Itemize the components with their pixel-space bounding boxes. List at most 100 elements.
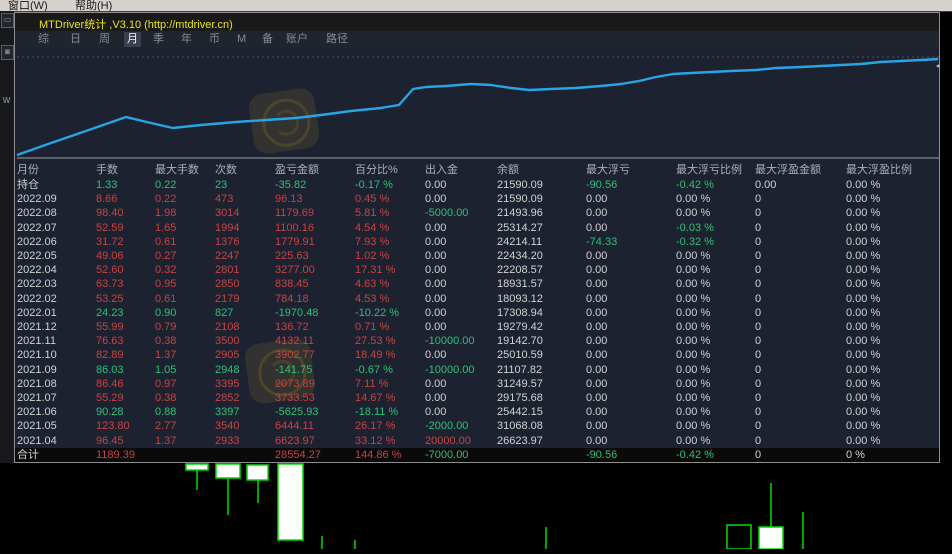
cell-7: -5000.00 xyxy=(425,207,469,220)
stamp-icon[interactable]: ◙ xyxy=(1,45,14,60)
menu-item-help[interactable]: 帮助(H) xyxy=(75,0,112,11)
cell-10: 0.00 % xyxy=(676,264,711,277)
cell-10: 0.00 % xyxy=(676,250,711,262)
cell-6: 33.12 % xyxy=(355,434,396,447)
toolbar-item-8[interactable]: M xyxy=(234,32,249,47)
col-header-6: 百分比% xyxy=(355,164,398,176)
cell-6: 14.67 % xyxy=(355,392,396,404)
cell-4: 23 xyxy=(215,179,228,191)
toolbar-item-1[interactable]: 综 xyxy=(35,32,52,47)
cell-11: 0 xyxy=(755,306,762,319)
table-row-2021.11[interactable]: 2021.11 76.63 0.38 3500 4132.11 27.53 % -10000… xyxy=(15,334,939,348)
cell-3: 0.32 xyxy=(155,264,177,277)
cell-5: 6623.97 xyxy=(275,434,315,447)
cell-4: 2933 xyxy=(215,434,240,447)
toolbar-item-5[interactable]: 季 xyxy=(150,32,167,47)
toolbar-item-6[interactable]: 年 xyxy=(178,32,195,47)
cell-3: 0.88 xyxy=(155,406,177,419)
table-row-2021.04[interactable]: 2021.04 96.45 1.37 2933 6623.97 33.12 % 20000.… xyxy=(15,434,939,448)
cell-11: 0 xyxy=(755,250,762,262)
cell-4: 3540 xyxy=(215,420,240,433)
cell-8: 19142.70 xyxy=(497,335,543,348)
toolbar-item-4[interactable]: 月 xyxy=(124,32,141,47)
cell-4: 1376 xyxy=(215,235,240,248)
table-row-2021.08[interactable]: 2021.08 86.46 0.97 3395 2073.89 7.11 % 0.00 312… xyxy=(15,377,939,391)
cell-11: 0 xyxy=(755,449,762,462)
cell-6: 7.11 % xyxy=(355,377,389,390)
table-row-2021.05[interactable]: 2021.05 123.80 2.77 3540 6444.11 26.17 % -2000… xyxy=(15,419,939,433)
cell-11: 0 xyxy=(755,235,762,248)
cell-7: 0.00 xyxy=(425,292,447,305)
table-row-2021.06[interactable]: 2021.06 90.28 0.88 3397 -5625.93 -18.11 % 0.00… xyxy=(15,405,939,419)
cell-1: 2021.06 xyxy=(17,406,57,419)
toolbar-item-7[interactable]: 币 xyxy=(206,32,223,47)
cell-8: 25442.15 xyxy=(497,406,543,419)
table-row-2021.12[interactable]: 2021.12 55.99 0.79 2108 136.72 0.71 % 0.00 1927… xyxy=(15,320,939,334)
cell-2: 52.60 xyxy=(96,264,124,277)
cell-12: 0.00 % xyxy=(846,179,881,191)
table-row-2022.05[interactable]: 2022.05 49.06 0.27 2247 225.63 1.02 % 0.00 2243… xyxy=(15,249,939,263)
table-row-2022.01[interactable]: 2022.01 24.23 0.90 827 -1970.48 -10.22 % 0.00 1… xyxy=(15,306,939,320)
cell-8: 21493.96 xyxy=(497,207,543,220)
cell-6: 144.86 % xyxy=(355,449,402,462)
cell-5: 96.13 xyxy=(275,193,303,206)
cell-12: 0.00 % xyxy=(846,363,881,376)
toolbar-item-9[interactable]: 备 xyxy=(259,32,276,47)
cell-8: 22208.57 xyxy=(497,264,543,277)
table-row-2022.04[interactable]: 2022.04 52.60 0.32 2801 3277.00 17.31 % 0.00 22… xyxy=(15,263,939,277)
cell-5: 784.18 xyxy=(275,292,309,305)
table-row-2022.02[interactable]: 2022.02 53.25 0.61 2179 784.18 4.53 % 0.00 1809… xyxy=(15,292,939,306)
cell-6: 27.53 % xyxy=(355,335,396,348)
cell-1: 2022.03 xyxy=(17,278,57,291)
cell-12: 0.00 % xyxy=(846,207,881,220)
cell-2: 86.03 xyxy=(96,363,124,376)
table-total-row[interactable]: 合计 1189.39 28554.27 144.86 % -7000.00 -90.56 -… xyxy=(15,448,939,462)
cell-4: 2852 xyxy=(215,392,240,404)
cell-3: 1.98 xyxy=(155,207,177,220)
cell-5: 838.45 xyxy=(275,278,309,291)
toolbar-item-10[interactable]: 账户 xyxy=(283,32,311,47)
cell-9: 0.00 xyxy=(586,193,608,206)
toolbar-item-2[interactable]: 日 xyxy=(67,32,84,47)
table-row-2022.06[interactable]: 2022.06 31.72 0.61 1376 1779.91 7.93 % 0.00 242… xyxy=(15,235,939,249)
host-toolbar-icon[interactable]: ▭ xyxy=(1,13,14,28)
table-row-2022.03[interactable]: 2022.03 63.73 0.95 2850 838.45 4.63 % 0.00 1893… xyxy=(15,277,939,291)
w-icon[interactable]: W xyxy=(1,95,12,108)
cell-4: 2801 xyxy=(215,264,240,277)
cell-8: 21107.82 xyxy=(497,363,543,376)
cell-12: 0.00 % xyxy=(846,377,881,390)
cell-3: 0.97 xyxy=(155,377,177,390)
cell-12: 0.00 % xyxy=(846,221,881,234)
cell-4: 3014 xyxy=(215,207,240,220)
cell-6: 7.93 % xyxy=(355,235,390,248)
cell-8: 17308.94 xyxy=(497,306,543,319)
cell-6: -10.22 % xyxy=(355,306,400,319)
table-row-2022.07[interactable]: 2022.07 52.59 1.65 1994 1100.16 4.54 % 0.00 253… xyxy=(15,221,939,235)
cell-7: 0.00 xyxy=(425,250,447,262)
equity-curve-chart[interactable]: 2021.04 2022.09 xyxy=(15,49,939,161)
table-row-2021.09[interactable]: 2021.09 86.03 1.05 2948 -141.75 -0.67 % -10000… xyxy=(15,363,939,377)
cell-1: 2022.02 xyxy=(17,292,57,305)
cell-7: 0.00 xyxy=(425,406,447,419)
table-row-持仓[interactable]: 持仓 1.33 0.22 23 -35.82 -0.17 % 0.00 21590.09 -90… xyxy=(15,178,939,192)
cell-3: 2.77 xyxy=(155,420,177,433)
cell-10: 0.00 % xyxy=(676,292,711,305)
cell-1: 2021.08 xyxy=(17,377,57,390)
cell-1: 2021.11 xyxy=(17,335,56,348)
window-title-bar[interactable]: MTDriver统计 ,V3.10 (http://mtdriver.cn) xyxy=(15,13,939,31)
background-candlestick-chart[interactable] xyxy=(0,463,952,550)
cell-2: 98.40 xyxy=(96,207,124,220)
table-row-2021.10[interactable]: 2021.10 82.89 1.37 2905 3902.77 18.49 % 0.00 25… xyxy=(15,348,939,362)
cell-10: 0.00 % xyxy=(676,434,711,447)
table-row-2022.08[interactable]: 2022.08 98.40 1.98 3014 1179.69 5.81 % -5000.0… xyxy=(15,206,939,220)
cell-12: 0.00 % xyxy=(846,406,881,419)
cell-12: 0.00 % xyxy=(846,392,881,404)
table-row-2021.07[interactable]: 2021.07 55.29 0.38 2852 3733.53 14.67 % 0.00 29… xyxy=(15,391,939,405)
cell-3: 1.37 xyxy=(155,349,177,362)
toolbar-item-path[interactable]: 路径 xyxy=(323,32,351,47)
cell-8: 25010.59 xyxy=(497,349,543,362)
cell-1: 2021.10 xyxy=(17,349,57,362)
table-row-2022.09[interactable]: 2022.09 8.66 0.22 473 96.13 0.45 % 0.00 21590.0… xyxy=(15,192,939,206)
cell-9: 0.00 xyxy=(586,250,608,262)
toolbar-item-3[interactable]: 周 xyxy=(96,32,113,47)
